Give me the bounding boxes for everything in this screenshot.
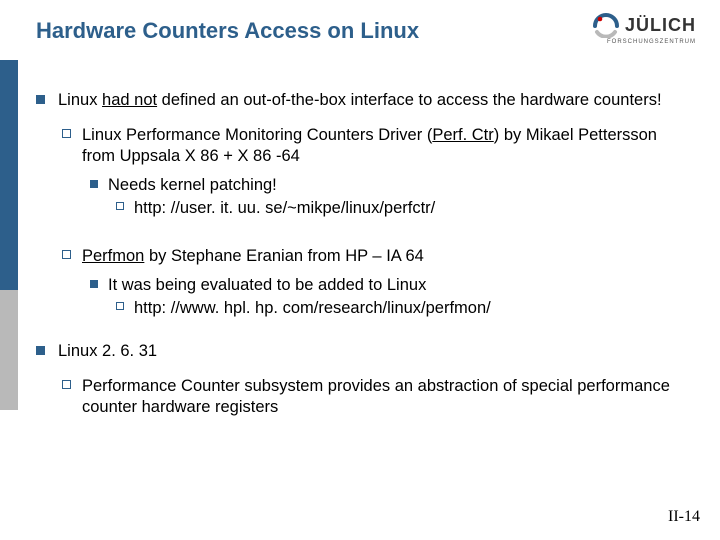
julich-logo-icon — [593, 12, 619, 38]
slide-content: Linux had not defined an out-of-the-box … — [36, 84, 686, 426]
sub-perfctr-need: Needs kernel patching! — [108, 175, 686, 196]
url-text: http: //user. it. uu. se/~mikpe/linux/pe… — [134, 199, 435, 217]
pagenum-roman: II — [668, 508, 679, 525]
sidebar-accent-bottom — [0, 290, 18, 410]
sub-perfctr: Linux Performance Monitoring Counters Dr… — [82, 125, 686, 167]
logo-text: JÜLICH — [625, 15, 696, 36]
logo-subtext: FORSCHUNGSZENTRUM — [593, 39, 696, 45]
text: defined an out-of-the-box interface to a… — [157, 91, 661, 109]
page-number: II-14 — [668, 508, 700, 526]
text-underline: Perfmon — [82, 247, 144, 265]
text: Linux — [82, 126, 121, 144]
slide-title: Hardware Counters Access on Linux — [36, 18, 419, 44]
bullet-main-1: Linux had not defined an out-of-the-box … — [58, 90, 686, 111]
text: Performance Monitoring Counters Driver ( — [121, 126, 432, 144]
text: by Stephane Eranian from HP – IA 64 — [144, 247, 423, 265]
sub-perfmon: Perfmon by Stephane Eranian from HP – IA… — [82, 246, 686, 267]
bullet-main-2: Linux 2. 6. 31 — [58, 341, 686, 362]
slide: Hardware Counters Access on Linux JÜLICH… — [0, 0, 720, 540]
text: Needs kernel patching! — [108, 176, 277, 194]
url-text: http: //www. hpl. hp. com/research/linux… — [134, 299, 491, 317]
sub-kernel231: Performance Counter subsystem provides a… — [82, 376, 686, 418]
text: Linux 2. 6. 31 — [58, 342, 157, 360]
pagenum-rest: -14 — [679, 508, 700, 525]
text: Performance — [82, 377, 176, 395]
sub-perfctr-url: http: //user. it. uu. se/~mikpe/linux/pe… — [134, 198, 686, 219]
sub-perfmon-url: http: //www. hpl. hp. com/research/linux… — [134, 298, 686, 319]
text: It was being evaluated to be added to Li… — [108, 276, 426, 294]
sub-perfmon-eval: It was being evaluated to be added to Li… — [108, 275, 686, 296]
text: Linux — [58, 91, 102, 109]
text-underline: had not — [102, 91, 157, 109]
sidebar-accent-top — [0, 60, 18, 290]
logo: JÜLICH FORSCHUNGSZENTRUM — [593, 12, 696, 45]
text-underline: Perf. Ctr — [432, 126, 493, 144]
